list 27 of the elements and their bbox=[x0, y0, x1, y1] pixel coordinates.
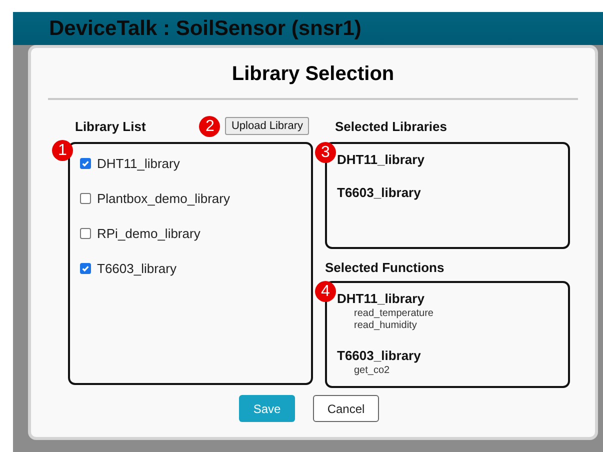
check-icon bbox=[81, 264, 90, 272]
library-name: DHT11_library bbox=[97, 156, 180, 170]
library-name: T6603_library bbox=[337, 348, 422, 363]
callout-badge: 4 bbox=[315, 281, 336, 302]
library-name: RPi_demo_library bbox=[97, 226, 200, 240]
checkbox[interactable] bbox=[80, 158, 91, 168]
app-title: DeviceTalk : SoilSensor (snsr1) bbox=[49, 16, 362, 40]
section-label: Library List bbox=[75, 118, 146, 134]
library-name: T6603_library bbox=[337, 185, 422, 200]
function-name: read_temperature bbox=[354, 308, 434, 320]
checkbox[interactable] bbox=[80, 228, 91, 238]
cancel-button[interactable]: Cancel bbox=[313, 395, 379, 422]
dialog-title: Library Selection bbox=[48, 48, 578, 100]
callout-badge: 3 bbox=[315, 142, 336, 163]
function-name: get_co2 bbox=[354, 365, 391, 377]
callout-badge: 1 bbox=[52, 140, 73, 161]
function-name: read_humidity bbox=[354, 320, 418, 332]
checkbox[interactable] bbox=[80, 262, 91, 274]
section-label: Selected Libraries bbox=[335, 118, 447, 134]
library-name: DHT11_library bbox=[337, 291, 426, 306]
section-label: Selected Functions bbox=[325, 260, 444, 274]
library-name: T6603_library bbox=[97, 260, 176, 276]
library-name: Plantbox_demo_library bbox=[97, 190, 230, 206]
callout-badge: 2 bbox=[199, 116, 220, 137]
library-name: DHT11_library bbox=[337, 152, 426, 167]
checkbox[interactable] bbox=[80, 192, 91, 204]
check-icon bbox=[81, 158, 90, 168]
